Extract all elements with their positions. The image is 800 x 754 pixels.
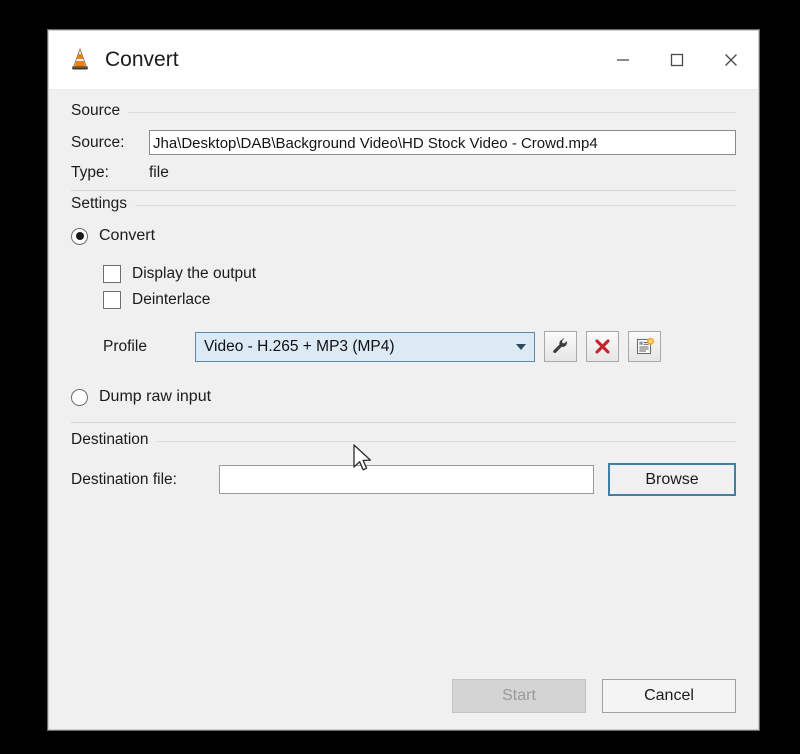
- destination-group-rule: [71, 441, 736, 442]
- type-label: Type:: [71, 164, 109, 181]
- source-row: Source: Jha\Desktop\DAB\Background Video…: [71, 130, 736, 155]
- screen: Convert Source Source: Jha\Desktop\DAB\B…: [0, 0, 800, 754]
- settings-group-body: Convert Display the output Deinterlace P…: [71, 213, 736, 427]
- convert-radio-button[interactable]: [71, 227, 88, 245]
- convert-dialog: Convert Source Source: Jha\Desktop\DAB\B…: [48, 30, 759, 730]
- dump-raw-input-row[interactable]: Dump raw input: [71, 388, 736, 406]
- display-output-label: Display the output: [132, 265, 257, 282]
- dump-raw-input-label: Dump raw input: [99, 388, 212, 405]
- display-output-row[interactable]: Display the output: [103, 265, 736, 283]
- settings-group-rule: [71, 205, 736, 206]
- cancel-button[interactable]: Cancel: [602, 679, 736, 713]
- source-path-field[interactable]: Jha\Desktop\DAB\Background Video\HD Stoc…: [149, 130, 736, 155]
- dump-raw-input-radio-button[interactable]: [71, 388, 88, 406]
- profile-label: Profile: [103, 337, 147, 355]
- destination-group: Destination Destination file: Browse: [71, 431, 736, 496]
- dialog-footer: Start Cancel: [49, 679, 758, 729]
- display-output-checkbox[interactable]: [103, 265, 121, 283]
- type-value: file: [149, 164, 169, 181]
- source-group-underline: [71, 190, 736, 191]
- type-row: Type: file: [71, 164, 736, 182]
- title-bar: Convert: [49, 31, 758, 90]
- title-bar-left: Convert: [49, 47, 596, 73]
- browse-button[interactable]: Browse: [608, 463, 736, 496]
- destination-group-body: Destination file: Browse: [71, 449, 736, 496]
- destination-file-input[interactable]: [219, 465, 594, 494]
- source-label: Source:: [71, 133, 125, 151]
- source-group: Source Source: Jha\Desktop\DAB\Backgroun…: [71, 102, 736, 191]
- destination-group-title: Destination: [71, 431, 157, 449]
- source-group-rule: [71, 112, 736, 113]
- deinterlace-label: Deinterlace: [132, 291, 211, 308]
- vlc-cone-icon: [67, 47, 93, 73]
- maximize-icon[interactable]: [650, 31, 704, 89]
- profile-row: Profile Video - H.265 + MP3 (MP4): [103, 331, 736, 362]
- settings-group-title: Settings: [71, 195, 136, 213]
- convert-radio-row[interactable]: Convert: [71, 227, 736, 245]
- chevron-down-icon: [508, 344, 534, 350]
- minimize-icon[interactable]: [596, 31, 650, 89]
- source-group-body: Source: Jha\Desktop\DAB\Background Video…: [71, 120, 736, 191]
- destination-file-label: Destination file:: [71, 470, 177, 488]
- wrench-icon[interactable]: [544, 331, 577, 362]
- window-title: Convert: [105, 48, 179, 71]
- deinterlace-checkbox[interactable]: [103, 291, 121, 309]
- settings-group-underline: [71, 422, 736, 423]
- deinterlace-row[interactable]: Deinterlace: [103, 291, 736, 309]
- destination-file-row: Destination file: Browse: [71, 463, 736, 496]
- settings-group: Settings Convert Display the output Dein…: [71, 195, 736, 427]
- profile-selected-value: Video - H.265 + MP3 (MP4): [204, 337, 395, 355]
- source-group-title: Source: [71, 102, 129, 120]
- window-controls: [596, 31, 758, 89]
- convert-radio-label: Convert: [99, 227, 156, 244]
- profile-select[interactable]: Video - H.265 + MP3 (MP4): [195, 331, 535, 362]
- start-button[interactable]: Start: [452, 679, 586, 713]
- new-profile-icon[interactable]: [628, 331, 661, 362]
- dialog-content: Source Source: Jha\Desktop\DAB\Backgroun…: [49, 90, 758, 679]
- close-icon[interactable]: [704, 31, 758, 89]
- red-x-icon[interactable]: [586, 331, 619, 362]
